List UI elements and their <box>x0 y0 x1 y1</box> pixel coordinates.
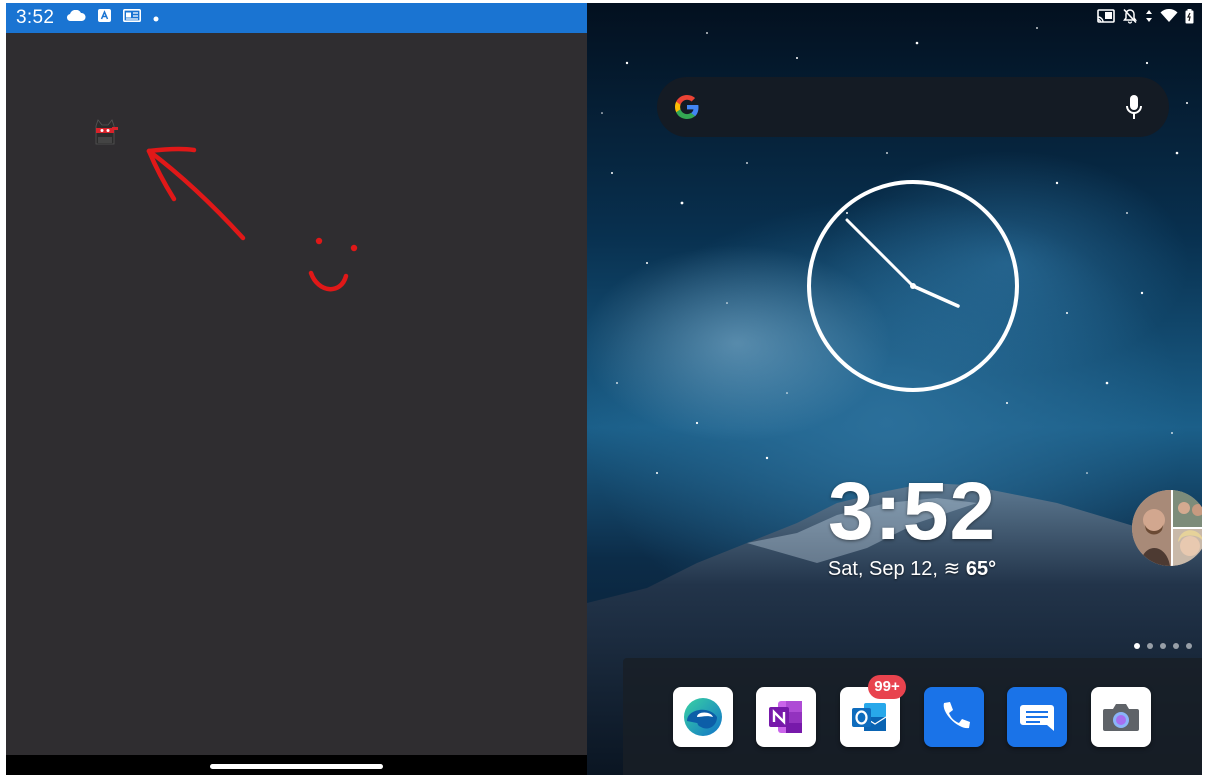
people-contacts-widget[interactable] <box>1132 490 1202 566</box>
page-dot[interactable] <box>1147 643 1153 649</box>
camera-app[interactable] <box>1091 687 1151 747</box>
messages-app[interactable] <box>1007 687 1067 747</box>
app-dock: 99+ <box>623 658 1202 775</box>
edge-app[interactable] <box>673 687 733 747</box>
page-dot[interactable] <box>1134 643 1140 649</box>
wifi-icon <box>1160 8 1178 28</box>
bell-muted-icon <box>1122 8 1138 29</box>
camera-icon <box>1103 704 1139 731</box>
haze-icon: ≋ <box>943 558 961 580</box>
home-gesture-handle[interactable] <box>210 764 383 769</box>
notification-badge: 99+ <box>868 675 906 699</box>
navigation-bar <box>6 755 587 775</box>
page-dot[interactable] <box>1160 643 1166 649</box>
analog-clock-widget[interactable] <box>805 178 1021 394</box>
mic-icon[interactable] <box>1125 93 1143 126</box>
red-ink-drawing <box>146 146 358 292</box>
data-arrows-icon <box>1145 9 1153 28</box>
page-dot[interactable] <box>1173 643 1179 649</box>
date-weather-line[interactable]: Sat, Sep 12, ≋ 65° <box>587 556 1202 581</box>
page-dot[interactable] <box>1186 643 1192 649</box>
date-text: Sat, Sep 12, <box>827 558 938 580</box>
phone-icon <box>943 702 970 729</box>
battery-icon <box>1185 8 1194 29</box>
cast-icon <box>1097 9 1115 28</box>
onenote-icon <box>769 701 802 733</box>
page-indicator <box>1134 643 1192 649</box>
left-screen: 3:52 <box>6 3 587 775</box>
phone-app[interactable] <box>924 687 984 747</box>
digital-clock[interactable]: 3:52 <box>587 465 1202 559</box>
status-icons-right <box>1097 8 1194 29</box>
edge-icon <box>684 698 722 736</box>
google-g-icon <box>673 93 701 126</box>
google-search-bar[interactable] <box>657 77 1169 137</box>
onenote-app[interactable] <box>756 687 816 747</box>
messages-icon <box>1020 705 1054 731</box>
outlook-app[interactable]: 99+ <box>840 675 906 747</box>
temperature-text: 65° <box>965 558 997 580</box>
right-screen-home: 3:52 Sat, Sep 12, ≋ 65° 99+ <box>587 3 1202 775</box>
dual-screen-frame: 3:52 3:52 Sat, Sep 12, ≋ 65° 99+ <box>6 3 1202 775</box>
